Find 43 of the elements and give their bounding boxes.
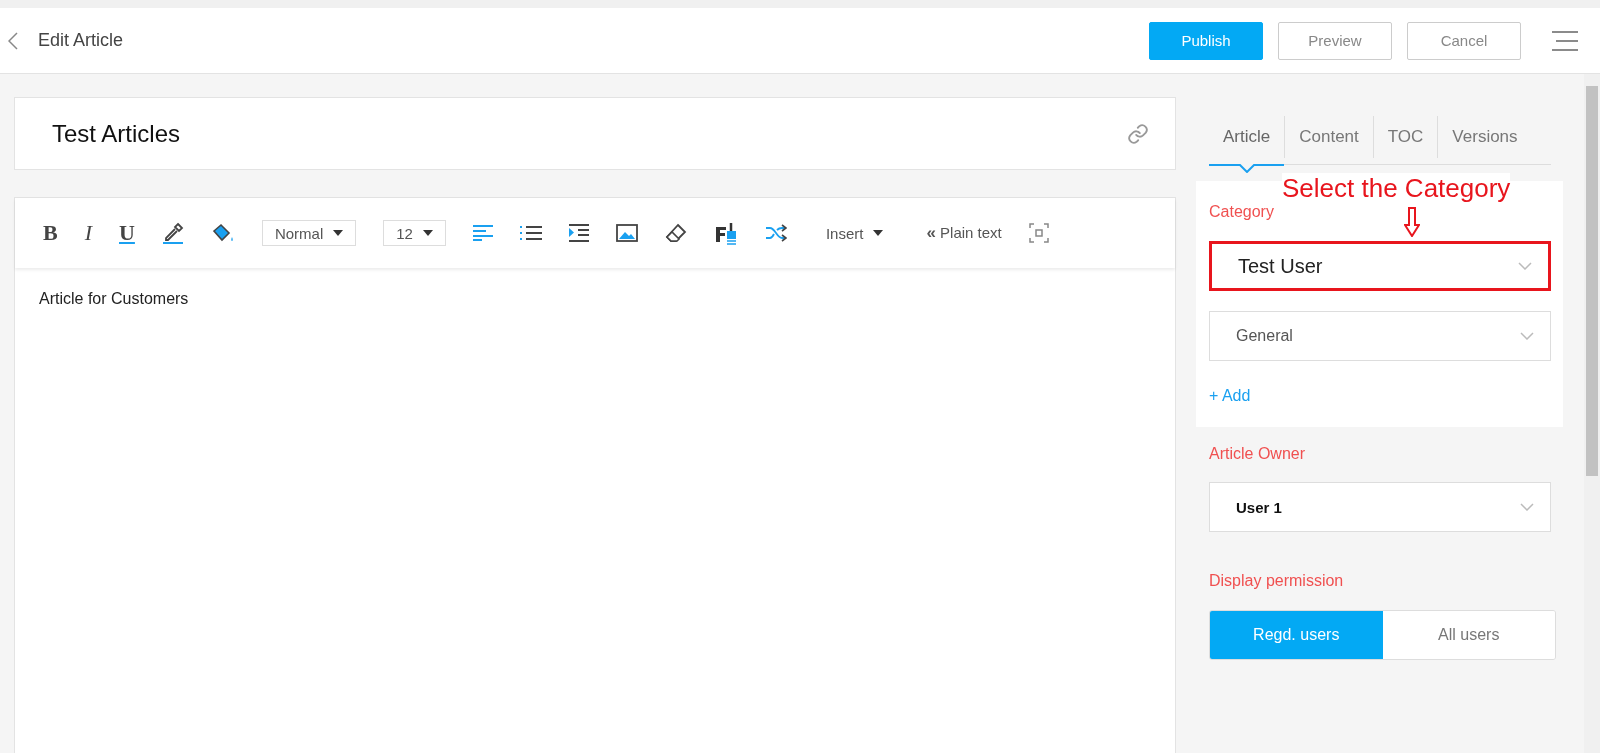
article-body-text[interactable]: Article for Customers bbox=[39, 290, 1175, 308]
annotation-text: Select the Category bbox=[1282, 173, 1511, 203]
field-label: Article Owner bbox=[1209, 445, 1306, 463]
plain-text-button[interactable]: « Plain text bbox=[926, 223, 1002, 243]
category-select[interactable]: Test User bbox=[1209, 241, 1551, 291]
insert-dropdown[interactable]: Insert bbox=[825, 224, 884, 242]
preview-button[interactable]: Preview bbox=[1278, 21, 1392, 60]
italic-button[interactable]: I bbox=[84, 220, 92, 246]
sidebar-tab[interactable]: Versions bbox=[1438, 109, 1532, 164]
chevron-down-icon bbox=[1520, 332, 1534, 340]
category-select[interactable]: General bbox=[1209, 311, 1551, 361]
cancel-button[interactable]: Cancel bbox=[1407, 21, 1521, 60]
menu-icon[interactable] bbox=[1552, 30, 1578, 51]
align-left-icon[interactable] bbox=[472, 225, 493, 241]
caret-icon bbox=[333, 230, 344, 236]
annotation-arrow-icon bbox=[1404, 207, 1420, 237]
indent-icon[interactable] bbox=[568, 224, 589, 242]
link-icon[interactable] bbox=[1127, 122, 1149, 145]
underline-button[interactable]: U bbox=[119, 220, 135, 246]
tab-pointer-icon bbox=[1238, 163, 1255, 173]
field-label: Display permission bbox=[1209, 572, 1344, 590]
style-dropdown[interactable]: Normal bbox=[261, 220, 357, 246]
eyedropper-icon[interactable] bbox=[161, 222, 184, 244]
permission-option[interactable]: All users bbox=[1382, 611, 1555, 659]
article-title[interactable]: Test Articles bbox=[52, 119, 181, 148]
eraser-icon[interactable] bbox=[664, 223, 687, 243]
caret-icon bbox=[422, 230, 433, 236]
scrollbar[interactable] bbox=[1584, 74, 1600, 753]
back-icon[interactable] bbox=[8, 31, 18, 50]
image-icon[interactable] bbox=[615, 224, 638, 242]
format-painter-icon[interactable] bbox=[713, 221, 738, 245]
bullet-list-icon[interactable] bbox=[519, 225, 542, 241]
chevron-down-icon bbox=[1518, 262, 1532, 270]
shuffle-icon[interactable] bbox=[764, 224, 787, 242]
field-label: Category bbox=[1209, 203, 1274, 221]
font-size-dropdown[interactable]: 12 bbox=[383, 220, 446, 246]
sidebar-tab[interactable]: TOC bbox=[1373, 109, 1438, 164]
caret-icon bbox=[873, 230, 884, 236]
bold-button[interactable]: B bbox=[43, 220, 58, 246]
owner-select[interactable]: User 1 bbox=[1209, 482, 1551, 532]
sidebar-tab[interactable]: Content bbox=[1285, 109, 1373, 164]
page-title: Edit Article bbox=[38, 30, 124, 51]
chevron-down-icon bbox=[1520, 503, 1534, 511]
